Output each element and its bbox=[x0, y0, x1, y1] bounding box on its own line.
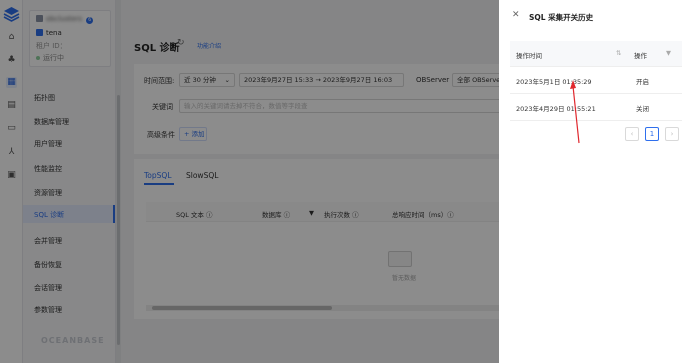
annotation-arrow bbox=[570, 80, 580, 144]
